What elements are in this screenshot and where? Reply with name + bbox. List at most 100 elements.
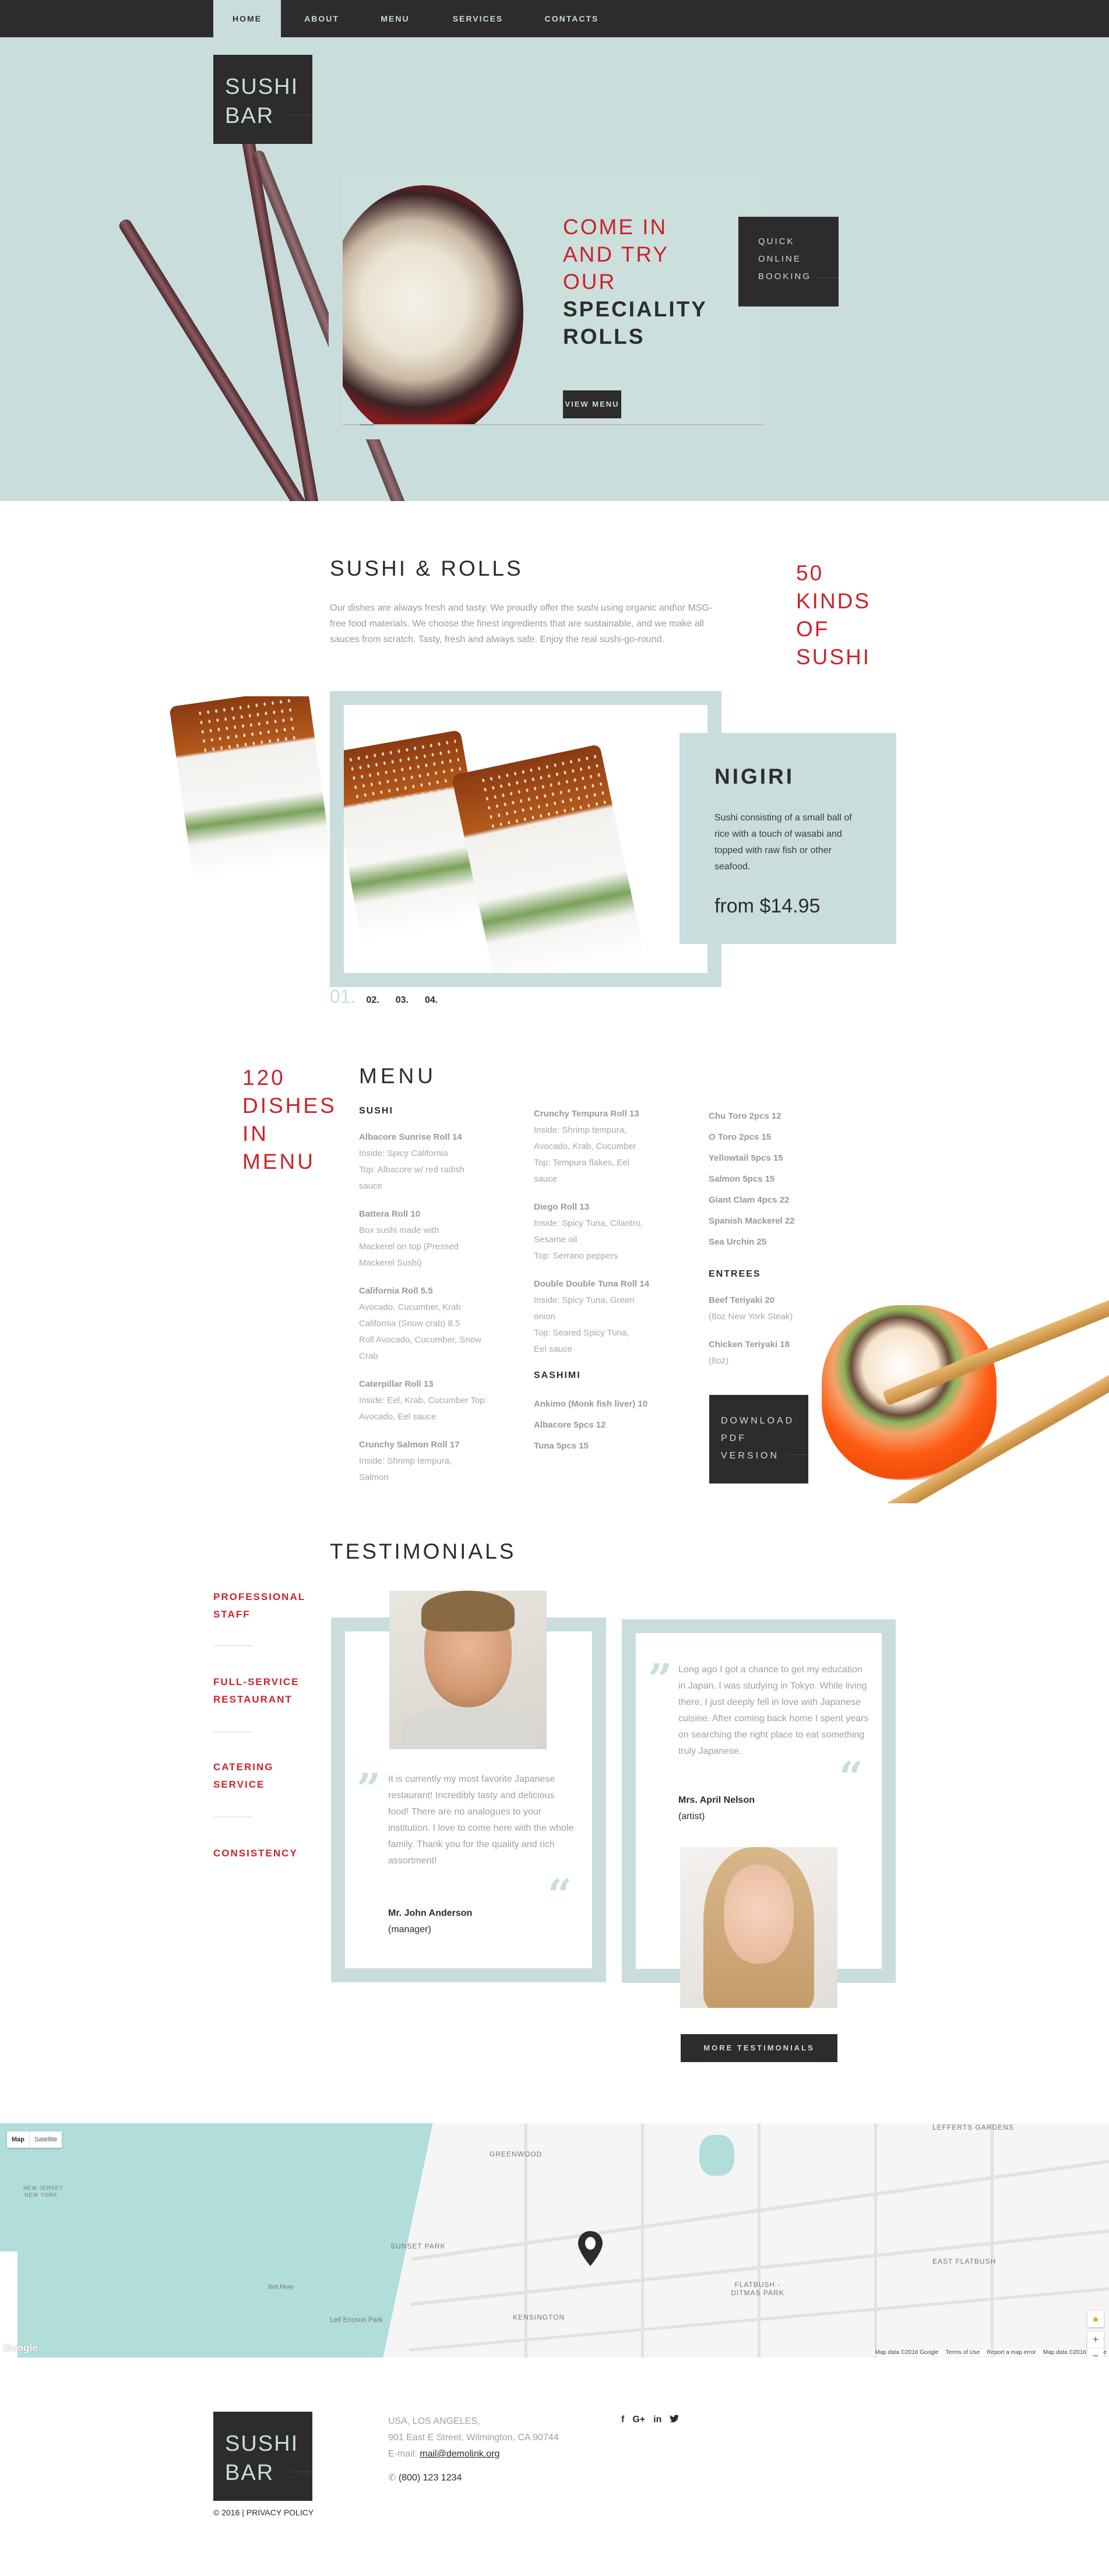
quick-online-booking-button[interactable]: QUICK ONLINE BOOKING <box>738 217 839 306</box>
slide-frame <box>330 691 721 987</box>
menu-item-title: Giant Clam 4pcs 22 <box>709 1195 790 1205</box>
booking-line: QUICK <box>758 237 795 246</box>
menu-item-description: Inside: Shrimp tempura, <box>534 1125 627 1135</box>
linkedin-icon[interactable]: in <box>653 2415 661 2426</box>
slide-info-card: NIGIRI Sushi consisting of a small ball … <box>680 733 896 944</box>
menu-item-description: Inside: Eel, Krab, Cucumber Top: <box>359 1396 487 1405</box>
menu-item-title: Chu Toro 2pcs 12 <box>709 1111 781 1121</box>
slide-description: Sushi consisting of a small ball of rice… <box>714 813 852 872</box>
email-link[interactable]: mail@demolink.org <box>420 2449 499 2459</box>
menu-item-title: California Roll 5.5 <box>359 1286 433 1296</box>
close-quote-icon: “ <box>839 1752 864 1802</box>
more-testimonials-button[interactable]: MORE TESTIMONIALS <box>681 2034 837 2062</box>
menu-item-description: Sesame oil <box>534 1235 578 1245</box>
map-label: FLATBUSH - DITMAS PARK <box>731 2281 784 2297</box>
facebook-icon[interactable]: f <box>621 2415 624 2426</box>
menu-item-list: Chu Toro 2pcs 12 O Toro 2pcs 15 Yellowtail… <box>709 1106 849 1253</box>
avatar-april-nelson <box>680 1847 837 2008</box>
phone-row: ✆ (800) 123 1234 <box>388 2472 462 2483</box>
menu-item-title: Crunchy Tempura Roll 13 <box>534 1109 639 1119</box>
menu-item-description: Top: Albacore w/ red radish <box>359 1165 464 1175</box>
nav-menu[interactable]: MENU <box>367 0 423 37</box>
menu-item: Double Double Tuna Roll 14 Inside: Spicy … <box>534 1276 697 1358</box>
kinds-of-sushi-stat: 50 KINDS OF SUSHI <box>796 559 871 671</box>
email-label: E-mail: <box>388 2449 420 2459</box>
testimonial-quote: It is currently my most favorite Japanes… <box>388 1774 574 1866</box>
terms-of-use-link[interactable]: Terms of Use <box>945 2349 980 2356</box>
menu-column-1: SUSHI Albacore Sunrise Roll 14 Inside: Sp… <box>359 1106 522 1497</box>
nav-services[interactable]: SERVICES <box>443 0 513 37</box>
nav-contacts[interactable]: CONTACTS <box>531 0 612 37</box>
google-plus-icon[interactable]: G+ <box>632 2415 645 2426</box>
report-map-error-link[interactable]: Report a map error <box>987 2349 1036 2356</box>
map-street <box>874 2123 877 2357</box>
location-map[interactable]: Map Satellite NEW JERSEY NEW YORK GREENW… <box>0 2123 1109 2357</box>
slide-price: from $14.95 <box>714 895 821 917</box>
menu-title: MENU <box>359 1064 436 1088</box>
map-land <box>0 2251 17 2357</box>
close-quote-icon: “ <box>548 1870 572 1919</box>
pager-item-2[interactable]: 02. <box>366 995 379 1006</box>
phone-number[interactable]: (800) 123 1234 <box>399 2473 462 2483</box>
pager-item-1[interactable]: 01. <box>330 986 355 1007</box>
menu-item-list: Ankimo (Monk fish liver) 10 Albacore 5pcs… <box>534 1394 697 1457</box>
zoom-control: + − <box>1087 2332 1104 2357</box>
street-view-pegman-icon[interactable]: ● <box>1087 2311 1104 2327</box>
hero-panel: COME IN AND TRY OUR SPECIALITY ROLLS VIE… <box>343 174 763 424</box>
menu-item: Caterpillar Roll 13 Inside: Eel, Krab, Cu… <box>359 1376 522 1425</box>
menu-item-description: California (Snow crab) 8.5 <box>359 1319 460 1328</box>
shirt <box>401 1707 535 1749</box>
map-marker-icon[interactable] <box>578 2231 603 2266</box>
stat-line: IN <box>242 1122 269 1146</box>
menu-item-title: Tuna 5pcs 15 <box>534 1441 589 1451</box>
map-label: GREENWOOD <box>490 2150 543 2158</box>
address-line-1: USA, LOS ANGELES, <box>388 2416 480 2426</box>
map-label: Leif Ericson Park <box>330 2316 383 2324</box>
menu-item: Diego Roll 13 Inside: Spicy Tuna, Cilantr… <box>534 1199 697 1264</box>
feature-line: CONSISTENCY <box>213 1848 298 1859</box>
map-label: KENSINGTON <box>513 2313 565 2321</box>
nav-about[interactable]: ABOUT <box>291 0 352 37</box>
map-lake <box>699 2135 734 2176</box>
top-navigation: HOME ABOUT MENU SERVICES CONTACTS <box>0 0 1109 37</box>
map-label: Belt Pkwy <box>268 2284 294 2290</box>
menu-item: Crunchy Salmon Roll 17 Inside: Shrimp tem… <box>359 1437 522 1486</box>
stat-line: MENU <box>242 1150 315 1174</box>
pager-item-3[interactable]: 03. <box>396 995 409 1006</box>
menu-item-title: Caterpillar Roll 13 <box>359 1379 434 1389</box>
feature-full-service: FULL-SERVICE RESTAURANT <box>213 1673 299 1708</box>
stat-line: KINDS <box>796 589 871 613</box>
headline-line: ROLLS <box>563 325 645 348</box>
map-type-satellite-button[interactable]: Satellite <box>29 2131 62 2148</box>
zoom-out-button[interactable]: − <box>1087 2348 1104 2357</box>
menu-item-description: Box sushi made with <box>359 1225 439 1235</box>
twitter-icon[interactable] <box>670 2415 680 2426</box>
open-quote-icon: ” <box>648 1654 673 1704</box>
copyright[interactable]: © 2016 | PRIVACY POLICY <box>213 2508 314 2517</box>
testimonials-title: TESTIMONIALS <box>330 1539 516 1563</box>
menu-item-title: Diego Roll 13 <box>534 1202 590 1212</box>
download-pdf-button[interactable]: DOWNLOAD PDF VERSION <box>709 1395 808 1483</box>
map-street <box>991 2123 994 2357</box>
map-type-map-button[interactable]: Map <box>7 2131 29 2148</box>
nav-home[interactable]: HOME <box>213 0 281 37</box>
feature-line: SERVICE <box>213 1779 265 1790</box>
logo[interactable]: SUSHI BAR <box>213 55 325 144</box>
logo-line-1: SUSHI <box>225 2431 299 2456</box>
stat-line: 120 <box>242 1066 286 1090</box>
footer-logo[interactable]: SUSHI BAR <box>213 2412 325 2501</box>
logo-line-1: SUSHI <box>225 75 299 99</box>
view-menu-button[interactable]: VIEW MENU <box>563 390 621 418</box>
testimonial-quote: Long ago I got a chance to get my educat… <box>678 1665 869 1756</box>
menu-item: Albacore Sunrise Roll 14 Inside: Spicy Ca… <box>359 1129 522 1194</box>
headline-line: COME IN <box>563 215 668 239</box>
more-testimonials-label: MORE TESTIMONIALS <box>703 2043 815 2052</box>
menu-item-title: Yellowtail 5pcs 15 <box>709 1153 783 1163</box>
section-title-sushi-rolls: SUSHI & ROLLS <box>330 556 523 580</box>
pager-item-4[interactable]: 04. <box>425 995 438 1006</box>
menu-item-description: Eel sauce <box>534 1344 572 1354</box>
menu-item-description: sauce <box>359 1181 383 1191</box>
open-quote-icon: ” <box>357 1764 381 1813</box>
zoom-in-button[interactable]: + <box>1087 2332 1104 2348</box>
menu-item-description: sauce <box>534 1174 558 1184</box>
